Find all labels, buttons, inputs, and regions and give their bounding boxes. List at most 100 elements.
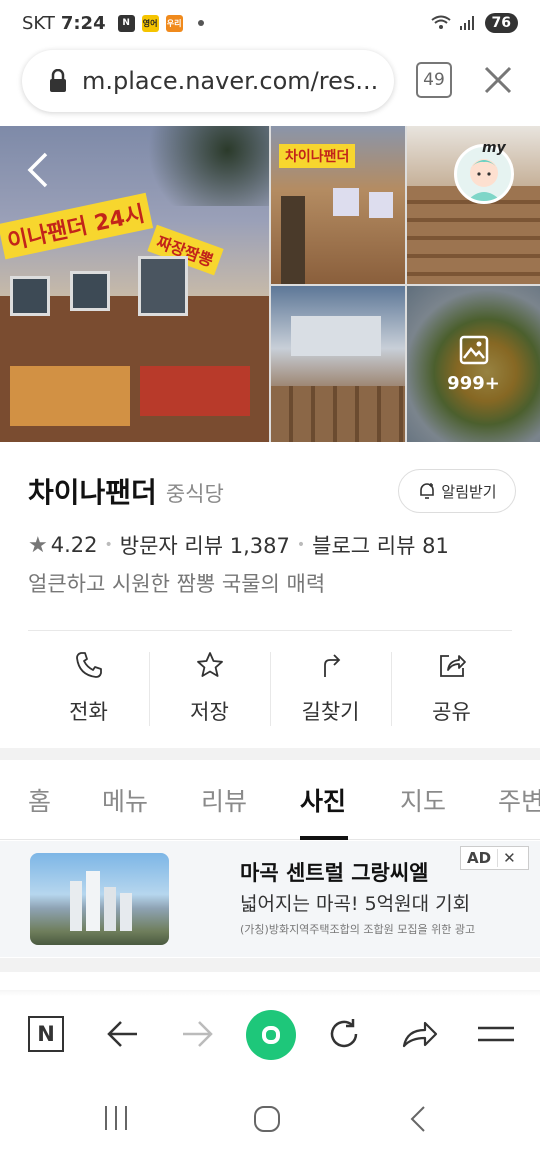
call-button[interactable]: 전화	[28, 650, 149, 726]
place-header: 차이나팬더 중식당 알림받기	[28, 466, 518, 516]
tower	[104, 887, 116, 931]
star-outline-icon	[196, 652, 223, 677]
window	[138, 256, 188, 316]
sign-main: 이나팬더 24시	[0, 192, 154, 260]
red-banner	[140, 366, 250, 416]
phone-icon	[75, 652, 102, 678]
separator-dot: •	[104, 537, 113, 553]
android-nav-bar	[0, 1076, 540, 1158]
url-text: m.place.naver.com/res...	[82, 67, 379, 95]
tab-home[interactable]: 홈	[28, 782, 51, 818]
tab-bar: 홈 메뉴 리뷰 사진 지도 주변	[0, 760, 540, 840]
blog-review-link[interactable]: 블로그 리뷰 81	[312, 530, 449, 560]
sign-storefront: 차이나팬더	[279, 144, 356, 168]
close-icon[interactable]	[482, 64, 514, 96]
more-photos-count: 999+	[447, 372, 500, 394]
arrow-right-icon	[183, 1021, 213, 1047]
photo-4[interactable]	[271, 286, 405, 442]
arrow-left-icon	[107, 1021, 137, 1047]
directions-button[interactable]: 길찾기	[270, 650, 391, 726]
ad-close-button[interactable]: ✕	[497, 849, 521, 867]
naver-home-button[interactable]: N	[24, 1012, 68, 1056]
tower	[70, 881, 82, 931]
directions-label: 길찾기	[301, 700, 360, 724]
window	[333, 188, 359, 216]
image-icon	[459, 335, 488, 364]
more-notifications-dot	[197, 20, 204, 26]
battery-indicator: 76	[484, 13, 518, 33]
section-gap	[0, 748, 540, 760]
green-dot-button[interactable]	[246, 1010, 296, 1060]
browser-toolbar: N	[0, 996, 540, 1076]
wifi-icon	[430, 15, 451, 29]
section-gap	[0, 958, 540, 972]
tab-map[interactable]: 지도	[400, 782, 446, 818]
alarm-button[interactable]: 알림받기	[398, 469, 516, 513]
place-description: 얼큰하고 시원한 짬뽕 국물의 매력	[28, 572, 326, 596]
back-icon[interactable]	[406, 1104, 430, 1134]
divider	[28, 630, 512, 631]
door	[281, 196, 305, 284]
directions-icon	[323, 654, 340, 677]
tree-silhouette	[130, 126, 269, 206]
photo-main[interactable]: 이나팬더 24시 짜장짬뽕	[0, 126, 269, 442]
bell-plus-icon	[420, 483, 435, 499]
more-photos-overlay: 999+	[407, 286, 540, 442]
share-label: 공유	[432, 700, 471, 724]
forward-button[interactable]	[176, 1012, 220, 1056]
action-bar: 전화 저장 길찾기 공유	[28, 650, 512, 730]
ad-badge: AD ✕	[460, 846, 529, 870]
photo-2[interactable]: 차이나팬더	[271, 126, 405, 284]
tab-count-button[interactable]: 49	[416, 62, 452, 98]
my-label: my	[482, 140, 506, 156]
address-bar[interactable]: m.place.naver.com/res...	[22, 50, 394, 112]
ad-image	[30, 853, 169, 945]
share-arrow-icon	[402, 1021, 438, 1048]
english-app-notification-icon: 영어	[141, 14, 159, 32]
menu-button[interactable]	[474, 1012, 518, 1056]
ad-label: AD	[467, 849, 492, 867]
naver-notification-icon: N	[117, 14, 135, 32]
photo-more[interactable]: 999+	[407, 286, 540, 442]
tab-nearby[interactable]: 주변	[498, 782, 540, 818]
alarm-label: 알림받기	[441, 482, 497, 501]
refresh-icon	[330, 1019, 358, 1048]
status-bar: SKT 7:24 N 영어 우리 76	[0, 0, 540, 46]
lit-storefront	[10, 366, 130, 426]
wall	[291, 316, 381, 356]
tab-photo[interactable]: 사진	[300, 782, 346, 818]
ad-subtitle: 넓어지는 마곡! 5억원대 기회	[240, 893, 471, 915]
bank-app-notification-icon: 우리	[165, 14, 183, 32]
signal-icon	[459, 16, 474, 30]
save-button[interactable]: 저장	[149, 650, 270, 726]
photo-gallery: 이나팬더 24시 짜장짬뽕 차이나팬더 999+ my	[0, 126, 540, 442]
carrier-label: SKT	[22, 12, 55, 34]
place-name: 차이나팬더	[28, 476, 157, 509]
tab-menu[interactable]: 메뉴	[102, 782, 148, 818]
share-icon	[439, 655, 466, 677]
share-button[interactable]: 공유	[391, 650, 512, 726]
tower	[86, 871, 100, 931]
green-dot-icon	[262, 1026, 280, 1044]
tower	[120, 893, 132, 931]
back-chevron-icon[interactable]	[26, 152, 50, 188]
share-button-toolbar[interactable]	[398, 1012, 442, 1056]
ad-banner[interactable]: 마곡 센트럴 그랑씨엘 넓어지는 마곡! 5억원대 기회 (가칭)방화지역주택조…	[0, 841, 540, 957]
separator-dot: •	[296, 537, 306, 553]
window	[369, 192, 393, 218]
visitor-review-link[interactable]: 방문자 리뷰 1,387	[120, 530, 290, 560]
ad-disclaimer: (가칭)방화지역주택조합의 조합원 모집을 위한 광고	[240, 923, 476, 936]
browser-address-row: m.place.naver.com/res... 49	[0, 46, 540, 126]
rating-review-row: ★ 4.22 • 방문자 리뷰 1,387 • 블로그 리뷰 81	[28, 528, 449, 562]
refresh-button[interactable]	[322, 1012, 366, 1056]
active-tab-indicator	[300, 836, 348, 840]
window	[70, 271, 110, 311]
recent-apps-icon[interactable]	[102, 1104, 130, 1132]
tab-review[interactable]: 리뷰	[201, 782, 247, 818]
home-icon[interactable]	[252, 1104, 282, 1134]
ad-title: 마곡 센트럴 그랑씨엘	[240, 861, 429, 885]
place-category: 중식당	[165, 482, 224, 506]
back-button[interactable]	[100, 1012, 144, 1056]
star-icon: ★	[28, 532, 48, 558]
save-label: 저장	[190, 700, 229, 724]
